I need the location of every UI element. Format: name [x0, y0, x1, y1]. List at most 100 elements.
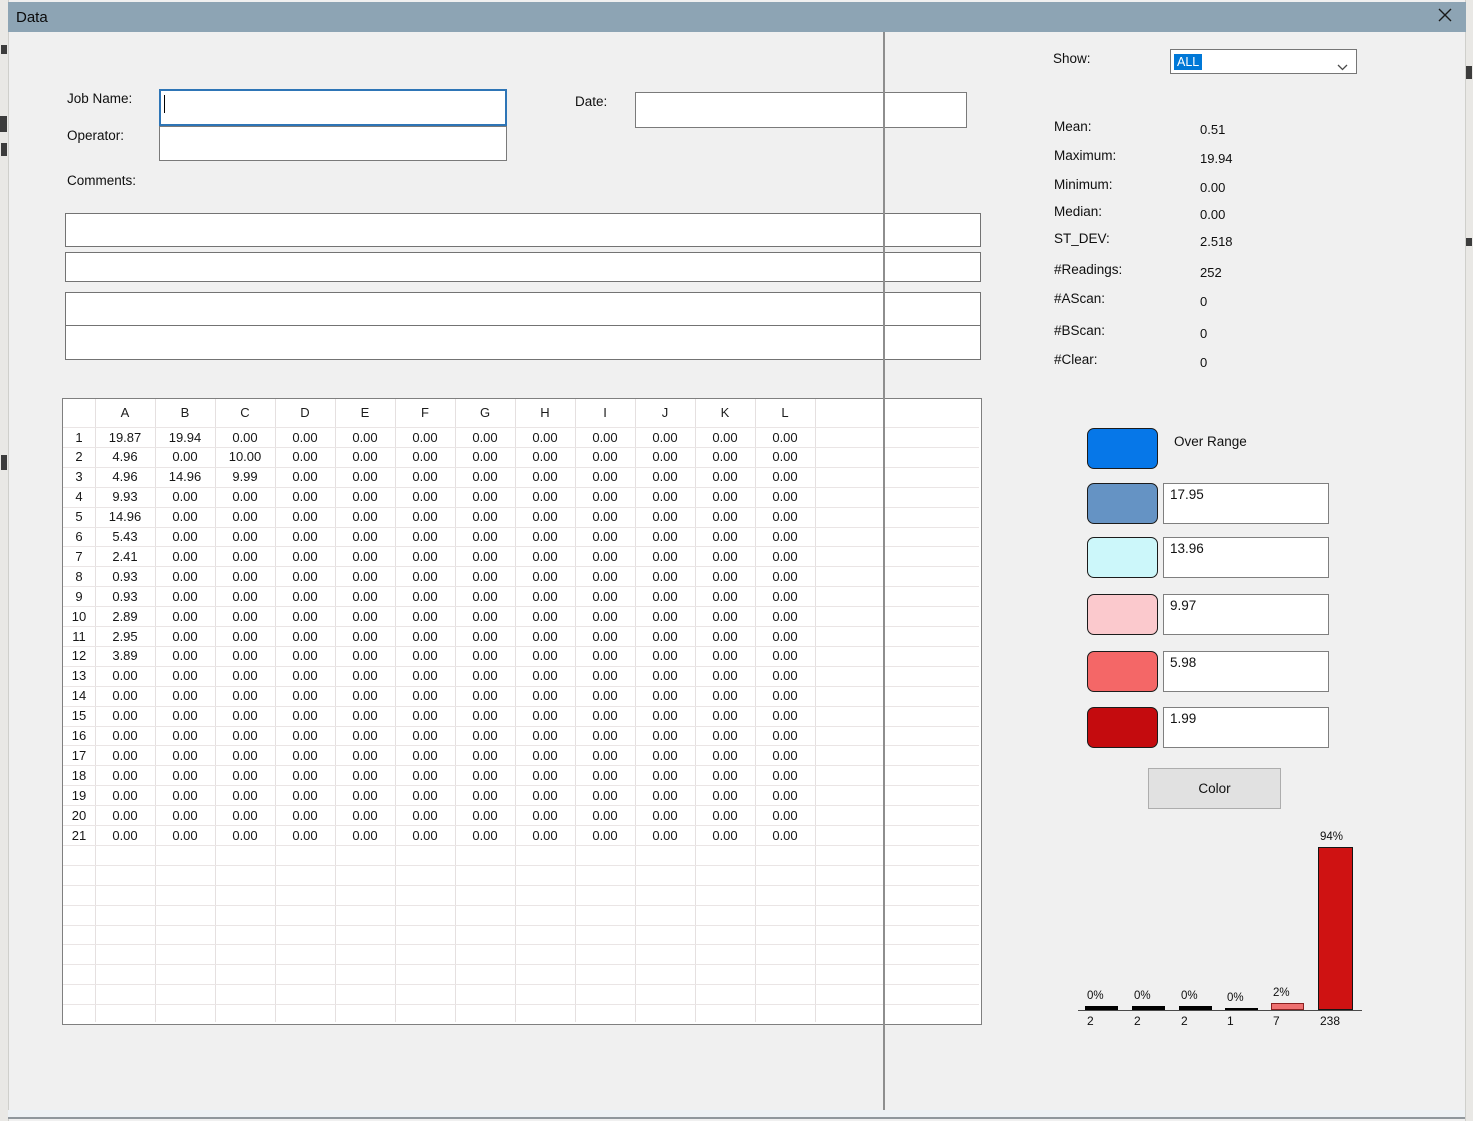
grid-cell: 0.00 — [455, 828, 515, 843]
row-header: 2 — [63, 449, 95, 464]
grid-line — [63, 964, 979, 965]
grid-cell: 0.00 — [335, 529, 395, 544]
grid-cell: 0.00 — [515, 449, 575, 464]
grid-cell: 0.00 — [395, 589, 455, 604]
data-grid[interactable]: ABCDEFGHIJKL119.8719.940.000.000.000.000… — [62, 398, 982, 1025]
grid-cell: 0.00 — [455, 609, 515, 624]
grid-cell: 0.93 — [95, 569, 155, 584]
grid-cell: 0.00 — [575, 648, 635, 663]
histogram-bar — [1132, 1006, 1165, 1010]
grid-cell: 0.00 — [635, 808, 695, 823]
grid-cell: 0.00 — [515, 629, 575, 644]
grid-cell: 0.00 — [95, 788, 155, 803]
grid-cell: 0.00 — [695, 648, 755, 663]
threshold-value-field[interactable]: 5.98 — [1163, 651, 1329, 692]
grid-line — [63, 845, 979, 846]
grid-cell: 2.41 — [95, 549, 155, 564]
close-button[interactable] — [1434, 7, 1456, 27]
operator-field[interactable] — [159, 126, 507, 161]
histogram-bar — [1085, 1006, 1118, 1010]
grid-cell: 0.00 — [395, 828, 455, 843]
grid-cell: 0.00 — [695, 549, 755, 564]
grid-cell: 0.00 — [215, 788, 275, 803]
grid-cell: 14.96 — [155, 469, 215, 484]
grid-cell: 0.00 — [515, 529, 575, 544]
grid-cell: 0.00 — [635, 688, 695, 703]
comments-field-4[interactable] — [65, 325, 981, 360]
column-header: B — [155, 405, 215, 420]
grid-cell: 0.00 — [395, 509, 455, 524]
grid-cell: 0.00 — [275, 430, 335, 445]
grid-cell: 0.00 — [515, 648, 575, 663]
grid-cell: 0.00 — [395, 569, 455, 584]
grid-cell: 0.00 — [575, 828, 635, 843]
show-dropdown[interactable]: ALL — [1170, 49, 1357, 74]
comments-field-2[interactable] — [65, 252, 981, 282]
row-header: 19 — [63, 788, 95, 803]
grid-cell: 0.00 — [455, 768, 515, 783]
grid-line — [63, 686, 979, 687]
grid-cell: 0.00 — [275, 808, 335, 823]
grid-cell: 0.00 — [275, 788, 335, 803]
grid-cell: 0.00 — [335, 728, 395, 743]
grid-cell: 0.00 — [275, 489, 335, 504]
color-button[interactable]: Color — [1148, 768, 1281, 809]
comments-field-3[interactable] — [65, 292, 981, 326]
stat-label: ST_DEV: — [1054, 231, 1110, 246]
grid-line — [63, 805, 979, 806]
grid-cell: 0.00 — [275, 569, 335, 584]
grid-cell: 0.00 — [575, 549, 635, 564]
grid-cell: 0.00 — [635, 449, 695, 464]
grid-cell: 0.00 — [515, 509, 575, 524]
date-field[interactable] — [635, 92, 967, 128]
job-name-field[interactable] — [159, 89, 507, 126]
grid-cell: 0.00 — [755, 708, 815, 723]
grid-cell: 0.00 — [395, 668, 455, 683]
grid-cell: 0.00 — [515, 430, 575, 445]
row-header: 1 — [63, 430, 95, 445]
grid-cell: 0.00 — [695, 688, 755, 703]
grid-cell: 0.00 — [335, 569, 395, 584]
grid-cell: 0.00 — [635, 469, 695, 484]
row-header: 16 — [63, 728, 95, 743]
background-window-left-edge — [0, 0, 9, 1121]
threshold-value-field[interactable]: 9.97 — [1163, 594, 1329, 635]
grid-cell: 0.00 — [215, 808, 275, 823]
row-header: 17 — [63, 748, 95, 763]
grid-cell: 0.00 — [515, 549, 575, 564]
row-header: 18 — [63, 768, 95, 783]
grid-cell: 0.00 — [215, 768, 275, 783]
threshold-value-field[interactable]: 1.99 — [1163, 707, 1329, 748]
grid-cell: 0.00 — [755, 768, 815, 783]
grid-cell: 0.00 — [275, 728, 335, 743]
grid-cell: 0.00 — [515, 788, 575, 803]
threshold-value-field[interactable]: 13.96 — [1163, 537, 1329, 578]
title-bar[interactable]: Data — [8, 2, 1466, 32]
histogram-bar — [1318, 847, 1353, 1010]
grid-cell: 0.00 — [215, 668, 275, 683]
grid-cell: 0.00 — [455, 629, 515, 644]
column-header: J — [635, 405, 695, 420]
stat-value: 0 — [1200, 355, 1207, 370]
grid-cell: 0.00 — [635, 430, 695, 445]
grid-cell: 0.00 — [335, 589, 395, 604]
grid-line — [63, 745, 979, 746]
stat-value: 0.00 — [1200, 207, 1225, 222]
grid-cell: 0.00 — [635, 708, 695, 723]
grid-cell: 0.00 — [155, 509, 215, 524]
comments-field-1[interactable] — [65, 213, 981, 247]
grid-cell: 0.00 — [455, 430, 515, 445]
grid-cell: 0.00 — [335, 668, 395, 683]
grid-cell: 0.00 — [455, 529, 515, 544]
row-header: 5 — [63, 509, 95, 524]
grid-cell: 0.00 — [335, 549, 395, 564]
grid-cell: 0.00 — [515, 728, 575, 743]
grid-cell: 0.00 — [695, 609, 755, 624]
threshold-value-field[interactable]: 17.95 — [1163, 483, 1329, 524]
column-header: E — [335, 405, 395, 420]
histogram-count-label: 2 — [1134, 1014, 1141, 1028]
grid-line — [63, 905, 979, 906]
grid-cell: 0.00 — [95, 728, 155, 743]
grid-cell: 0.00 — [95, 668, 155, 683]
grid-cell: 0.00 — [95, 768, 155, 783]
